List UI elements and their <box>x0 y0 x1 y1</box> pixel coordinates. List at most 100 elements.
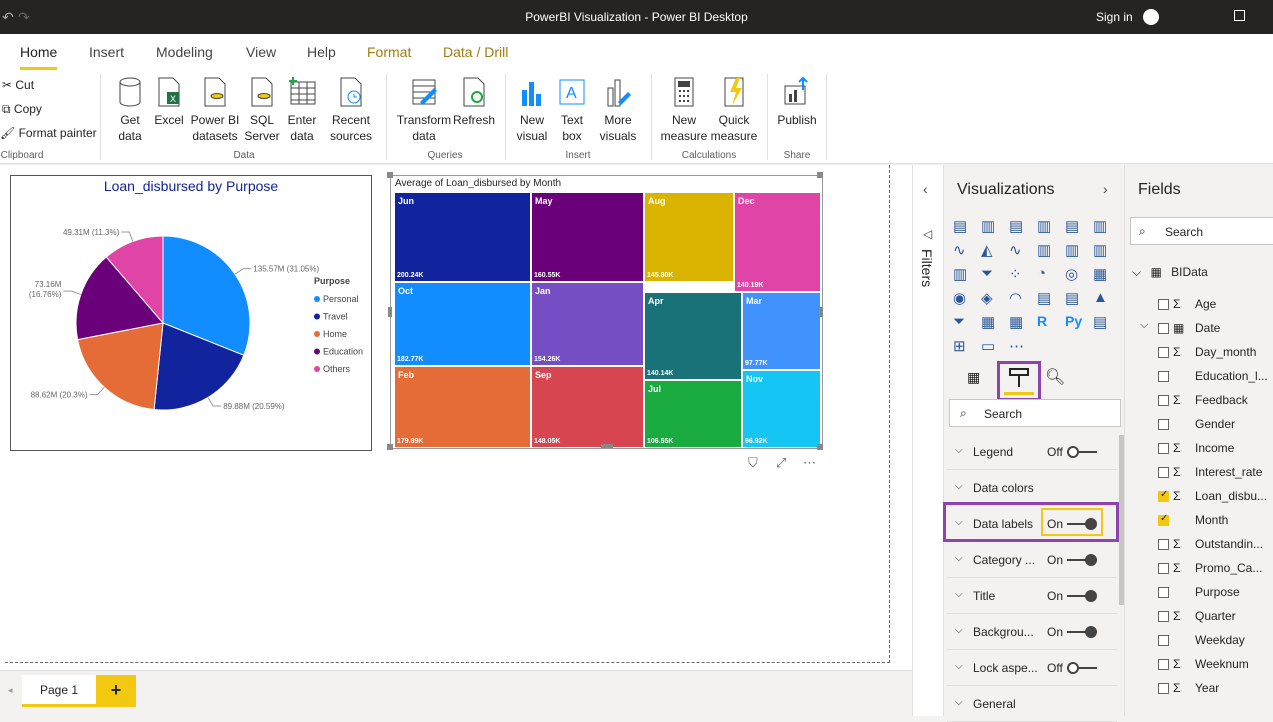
refresh-button[interactable]: Refresh <box>452 76 496 128</box>
toggle-switch[interactable] <box>1067 626 1097 638</box>
scrollbar[interactable] <box>1119 435 1124 605</box>
field-promo_ca[interactable]: Σ Promo_Ca... <box>1158 557 1273 581</box>
field-loan_disbu[interactable]: Σ Loan_disbu... <box>1158 485 1273 509</box>
treemap-tile-jul[interactable]: Jul 106.55K <box>644 380 742 448</box>
format-card-lock-aspe[interactable]: ⌵ Lock aspe... Off <box>947 650 1117 686</box>
resize-handle[interactable] <box>817 444 823 450</box>
format-card-title[interactable]: ⌵ Title On <box>947 578 1117 614</box>
copy-button[interactable]: ⧉ Copy <box>2 102 42 117</box>
field-year[interactable]: Σ Year <box>1158 677 1273 701</box>
tab-view[interactable]: View <box>246 44 276 60</box>
analytics-magnifier-icon[interactable]: 🔍︎ <box>1045 367 1065 387</box>
slicer-visual-icon[interactable]: ⏷ <box>953 313 971 331</box>
line-visual-icon[interactable]: ∿ <box>953 241 971 259</box>
sign-in-link[interactable]: Sign in <box>1096 10 1133 24</box>
avatar[interactable] <box>1143 9 1159 25</box>
field-education_l[interactable]: Education_l... <box>1158 365 1273 389</box>
restore-window-icon[interactable] <box>1234 10 1245 21</box>
field-checkbox[interactable] <box>1158 611 1169 622</box>
donut-visual-icon[interactable]: ◎ <box>1065 265 1083 283</box>
field-purpose[interactable]: Purpose <box>1158 581 1273 605</box>
resize-handle[interactable] <box>388 307 392 317</box>
field-checkbox[interactable] <box>1158 467 1169 478</box>
field-checkbox[interactable] <box>1158 659 1169 670</box>
field-checkbox[interactable] <box>1158 539 1169 550</box>
field-checkbox[interactable] <box>1158 299 1169 310</box>
legend-item-home[interactable]: Home <box>323 329 347 339</box>
tab-modeling[interactable]: Modeling <box>156 44 213 60</box>
treemap-tile-sep[interactable]: Sep 148.05K <box>531 366 644 448</box>
stacked-area-visual-icon[interactable]: ∿ <box>1009 241 1027 259</box>
field-checkbox[interactable] <box>1158 489 1169 502</box>
field-checkbox[interactable] <box>1158 371 1169 382</box>
legend-item-others[interactable]: Others <box>323 364 351 374</box>
tab-home[interactable]: Home <box>20 44 58 70</box>
map-visual-icon[interactable]: ◉ <box>953 289 971 307</box>
treemap-tile-feb[interactable]: Feb 179.89K <box>394 366 531 448</box>
scroll-left-icon[interactable]: ◂ <box>8 685 13 696</box>
line-clustered-visual-icon[interactable]: ▥ <box>1065 241 1083 259</box>
card-visual-icon[interactable]: ▤ <box>1037 289 1055 307</box>
line-column-visual-icon[interactable]: ▥ <box>1037 241 1055 259</box>
collapse-filters-icon[interactable]: ‹ <box>923 181 928 197</box>
table-visual-icon[interactable]: ▦ <box>981 313 999 331</box>
more-options-icon[interactable]: ⋯ <box>803 455 816 471</box>
format-card-backgrou[interactable]: ⌵ Backgrou... On <box>947 614 1117 650</box>
format-painter-button[interactable]: 🖌 Format painter <box>0 126 97 140</box>
resize-handle[interactable] <box>601 444 613 448</box>
resize-handle[interactable] <box>387 444 393 450</box>
field-checkbox[interactable] <box>1158 419 1169 430</box>
publish-button[interactable]: Publish <box>775 76 819 128</box>
page-tab-1[interactable]: Page 1 <box>22 675 96 707</box>
table-node[interactable]: ⌵ ▦ BIData <box>1132 265 1208 280</box>
field-interest_rate[interactable]: Σ Interest_rate <box>1158 461 1273 485</box>
100-bar-visual-icon[interactable]: ▤ <box>1065 217 1083 235</box>
clustered-bar-visual-icon[interactable]: ▤ <box>1009 217 1027 235</box>
resize-handle[interactable] <box>387 172 393 178</box>
ribbon-visual-icon[interactable]: ▥ <box>1093 241 1111 259</box>
100-column-visual-icon[interactable]: ▥ <box>1093 217 1111 235</box>
tab-data-drill[interactable]: Data / Drill <box>443 44 508 60</box>
recent-sources-button[interactable]: Recent sources <box>324 76 378 144</box>
field-checkbox[interactable] <box>1158 563 1169 574</box>
legend-item-travel[interactable]: Travel <box>323 312 348 322</box>
field-day_month[interactable]: Σ Day_month <box>1158 341 1273 365</box>
treemap-tile-may[interactable]: May 160.55K <box>531 192 644 282</box>
more-visual-icon[interactable]: ⋯ <box>1009 337 1027 355</box>
treemap-visual-icon[interactable]: ▦ <box>1093 265 1111 283</box>
treemap-tile-nov[interactable]: Nov 96.92K <box>742 370 821 448</box>
treemap-tile-oct[interactable]: Oct 182.77K <box>394 282 531 366</box>
decomposition-tree-visual-icon[interactable]: ⊞ <box>953 337 971 355</box>
filled-map-visual-icon[interactable]: ◈ <box>981 289 999 307</box>
field-checkbox[interactable] <box>1158 323 1169 334</box>
sql-server-button[interactable]: SQL Server <box>244 76 280 144</box>
treemap-visual[interactable]: Average of Loan_disbursed by Month Jun 20… <box>390 175 823 449</box>
treemap-tile-mar[interactable]: Mar 97.77K <box>742 292 821 370</box>
format-card-legend[interactable]: ⌵ Legend Off <box>947 434 1117 470</box>
resize-handle[interactable] <box>817 172 823 178</box>
cut-button[interactable]: ✂ Cut <box>2 78 34 92</box>
toggle-switch[interactable] <box>1067 554 1097 566</box>
text-box-button[interactable]: A Text box <box>554 76 590 144</box>
field-checkbox[interactable] <box>1158 513 1169 526</box>
filters-label[interactable]: Filters <box>919 249 935 287</box>
stacked-bar-visual-icon[interactable]: ▤ <box>953 217 971 235</box>
format-card-general[interactable]: ⌵ General <box>947 686 1117 722</box>
field-feedback[interactable]: Σ Feedback <box>1158 389 1273 413</box>
field-income[interactable]: Σ Income <box>1158 437 1273 461</box>
quick-measure-button[interactable]: Quick measure <box>710 76 758 144</box>
tab-help[interactable]: Help <box>307 44 336 60</box>
field-outstandin[interactable]: Σ Outstandin... <box>1158 533 1273 557</box>
r-visual-visual-icon[interactable]: R <box>1037 313 1055 331</box>
qa-visual-icon[interactable]: ▭ <box>981 337 999 355</box>
treemap-tile-apr[interactable]: Apr 140.14K <box>644 292 742 380</box>
key-influencers-visual-icon[interactable]: ▤ <box>1093 313 1111 331</box>
fields-well-icon[interactable]: ▦ <box>967 369 980 386</box>
field-month[interactable]: Month <box>1158 509 1273 533</box>
field-weeknum[interactable]: Σ Weeknum <box>1158 653 1273 677</box>
treemap-tile-jan[interactable]: Jan 154.26K <box>531 282 644 366</box>
kpi-visual-icon[interactable]: ▲ <box>1093 289 1111 307</box>
format-card-data-colors[interactable]: ⌵ Data colors <box>947 470 1117 506</box>
field-date[interactable]: ▦ Date ⌵ <box>1140 317 1273 341</box>
tab-insert[interactable]: Insert <box>89 44 124 60</box>
